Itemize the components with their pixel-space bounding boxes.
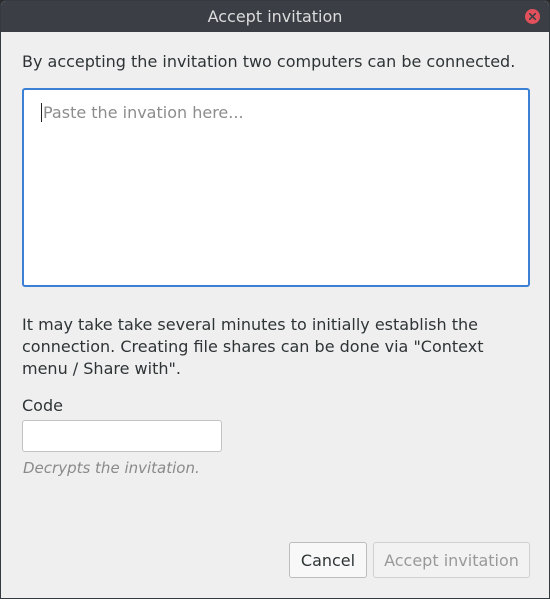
close-icon — [529, 13, 536, 20]
invitation-placeholder: Paste the invation here... — [43, 103, 244, 122]
code-label: Code — [22, 396, 63, 415]
accept-invitation-button[interactable]: Accept invitation — [373, 542, 530, 578]
accept-invitation-dialog: Accept invitation By accepting the invit… — [0, 0, 550, 599]
code-input[interactable] — [22, 420, 222, 452]
window-title: Accept invitation — [207, 7, 343, 26]
title-bar: Accept invitation — [1, 1, 549, 32]
text-caret — [41, 103, 42, 122]
cancel-button[interactable]: Cancel — [289, 542, 367, 578]
intro-text: By accepting the invitation two computer… — [22, 52, 516, 71]
info-text: It may take take several minutes to init… — [22, 315, 484, 378]
invitation-textarea[interactable]: Paste the invation here... — [22, 88, 530, 287]
close-button[interactable] — [525, 9, 540, 24]
code-hint: Decrypts the invitation. — [23, 459, 200, 477]
dialog-content: By accepting the invitation two computer… — [1, 32, 549, 598]
